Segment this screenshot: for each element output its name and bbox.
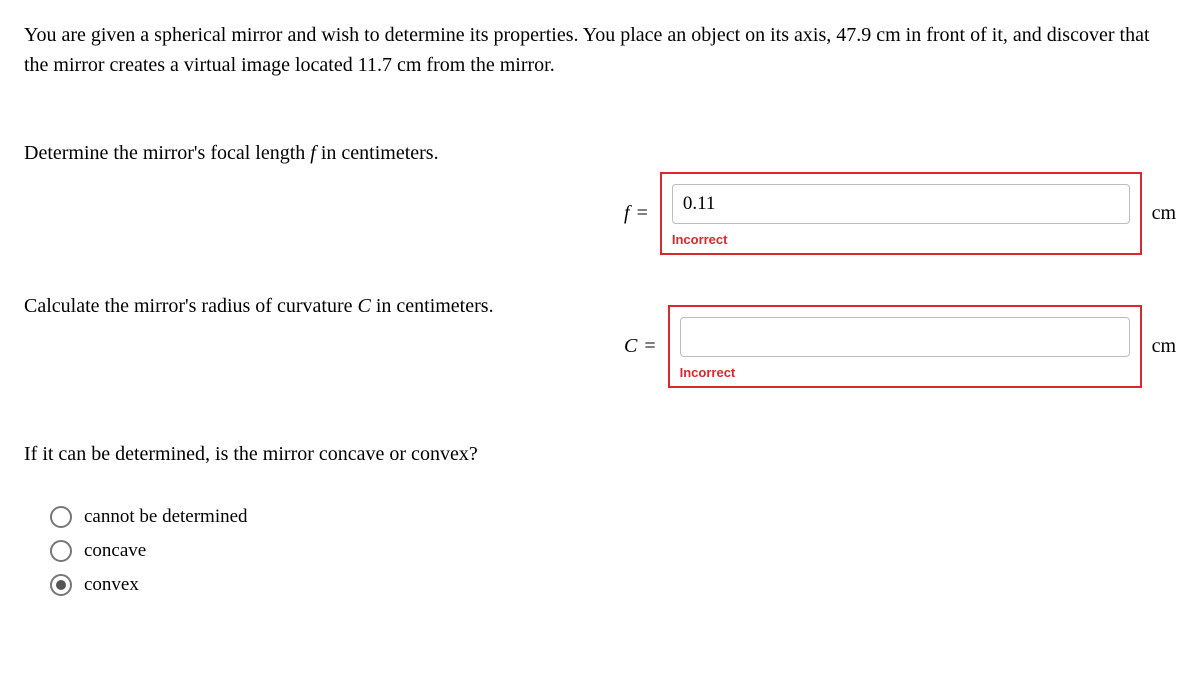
q3-option-label: cannot be determined — [84, 506, 248, 528]
q1-input[interactable] — [672, 184, 1130, 224]
question-focal-length: Determine the mirror's focal length f in… — [24, 142, 1176, 255]
q2-prompt: Calculate the mirror's radius of curvatu… — [24, 295, 624, 318]
q1-var-label: f = — [624, 202, 654, 225]
q2-unit: cm — [1152, 335, 1176, 358]
q1-prompt-pre: Determine the mirror's focal length — [24, 142, 310, 164]
q3-option-cannot-determine[interactable]: cannot be determined — [50, 506, 1176, 528]
q1-equals: = — [637, 202, 648, 224]
q2-prompt-var: C — [357, 295, 370, 317]
radio-icon — [50, 574, 72, 596]
q3-option-label: concave — [84, 540, 146, 562]
q1-feedback: Incorrect — [672, 232, 1130, 247]
q3-options: cannot be determined concave convex — [24, 506, 1176, 596]
q2-feedback: Incorrect — [680, 365, 1130, 380]
q2-input[interactable] — [680, 317, 1130, 357]
q1-prompt-post: in centimeters. — [316, 142, 439, 164]
q3-prompt: If it can be determined, is the mirror c… — [24, 443, 1176, 466]
q1-var-symbol: f — [624, 202, 630, 224]
q2-input-wrap: Incorrect — [668, 305, 1142, 388]
q2-var-symbol: C — [624, 335, 637, 357]
q1-unit: cm — [1152, 202, 1176, 225]
q3-option-concave[interactable]: concave — [50, 540, 1176, 562]
q1-prompt: Determine the mirror's focal length f in… — [24, 142, 624, 165]
question-radius: Calculate the mirror's radius of curvatu… — [24, 295, 1176, 388]
q2-var-label: C = — [624, 335, 662, 358]
problem-statement: You are given a spherical mirror and wis… — [24, 20, 1176, 80]
q2-prompt-post: in centimeters. — [371, 295, 494, 317]
question-mirror-type: If it can be determined, is the mirror c… — [24, 443, 1176, 596]
radio-icon — [50, 506, 72, 528]
q1-input-wrap: Incorrect — [660, 172, 1142, 255]
q2-prompt-pre: Calculate the mirror's radius of curvatu… — [24, 295, 357, 317]
q3-option-label: convex — [84, 574, 139, 596]
radio-icon — [50, 540, 72, 562]
q3-option-convex[interactable]: convex — [50, 574, 1176, 596]
q2-equals: = — [644, 335, 655, 357]
